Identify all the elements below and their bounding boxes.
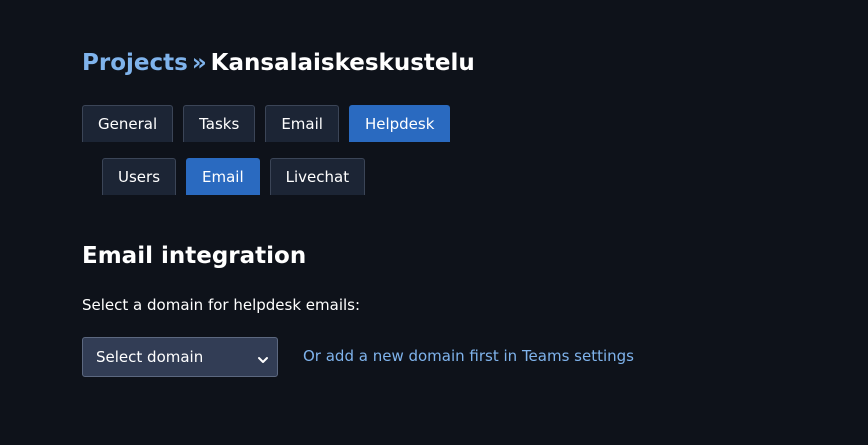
project-tabs: General Tasks Email Helpdesk bbox=[82, 105, 451, 142]
domain-select-value: Select domain bbox=[96, 348, 204, 366]
page-title: Projects» Kansalaiskeskustelu bbox=[82, 47, 475, 79]
tab-helpdesk[interactable]: Helpdesk bbox=[348, 105, 451, 142]
subtab-email[interactable]: Email bbox=[186, 158, 260, 195]
chevron-down-icon bbox=[257, 351, 269, 363]
breadcrumb-current: Kansalaiskeskustelu bbox=[210, 50, 475, 76]
teams-settings-link[interactable]: Or add a new domain first in Teams setti… bbox=[303, 346, 634, 366]
domain-select[interactable]: Select domain bbox=[82, 337, 278, 377]
subtab-users[interactable]: Users bbox=[102, 158, 177, 195]
tab-tasks[interactable]: Tasks bbox=[183, 105, 256, 142]
domain-select-label: Select a domain for helpdesk emails: bbox=[82, 296, 361, 314]
tab-general[interactable]: General bbox=[82, 105, 174, 142]
subtab-livechat[interactable]: Livechat bbox=[269, 158, 366, 195]
breadcrumb-projects-link[interactable]: Projects bbox=[82, 50, 188, 76]
helpdesk-subtabs: Users Email Livechat bbox=[102, 158, 366, 195]
breadcrumb-separator: » bbox=[191, 50, 207, 76]
section-title: Email integration bbox=[82, 243, 307, 269]
tab-email[interactable]: Email bbox=[265, 105, 339, 142]
